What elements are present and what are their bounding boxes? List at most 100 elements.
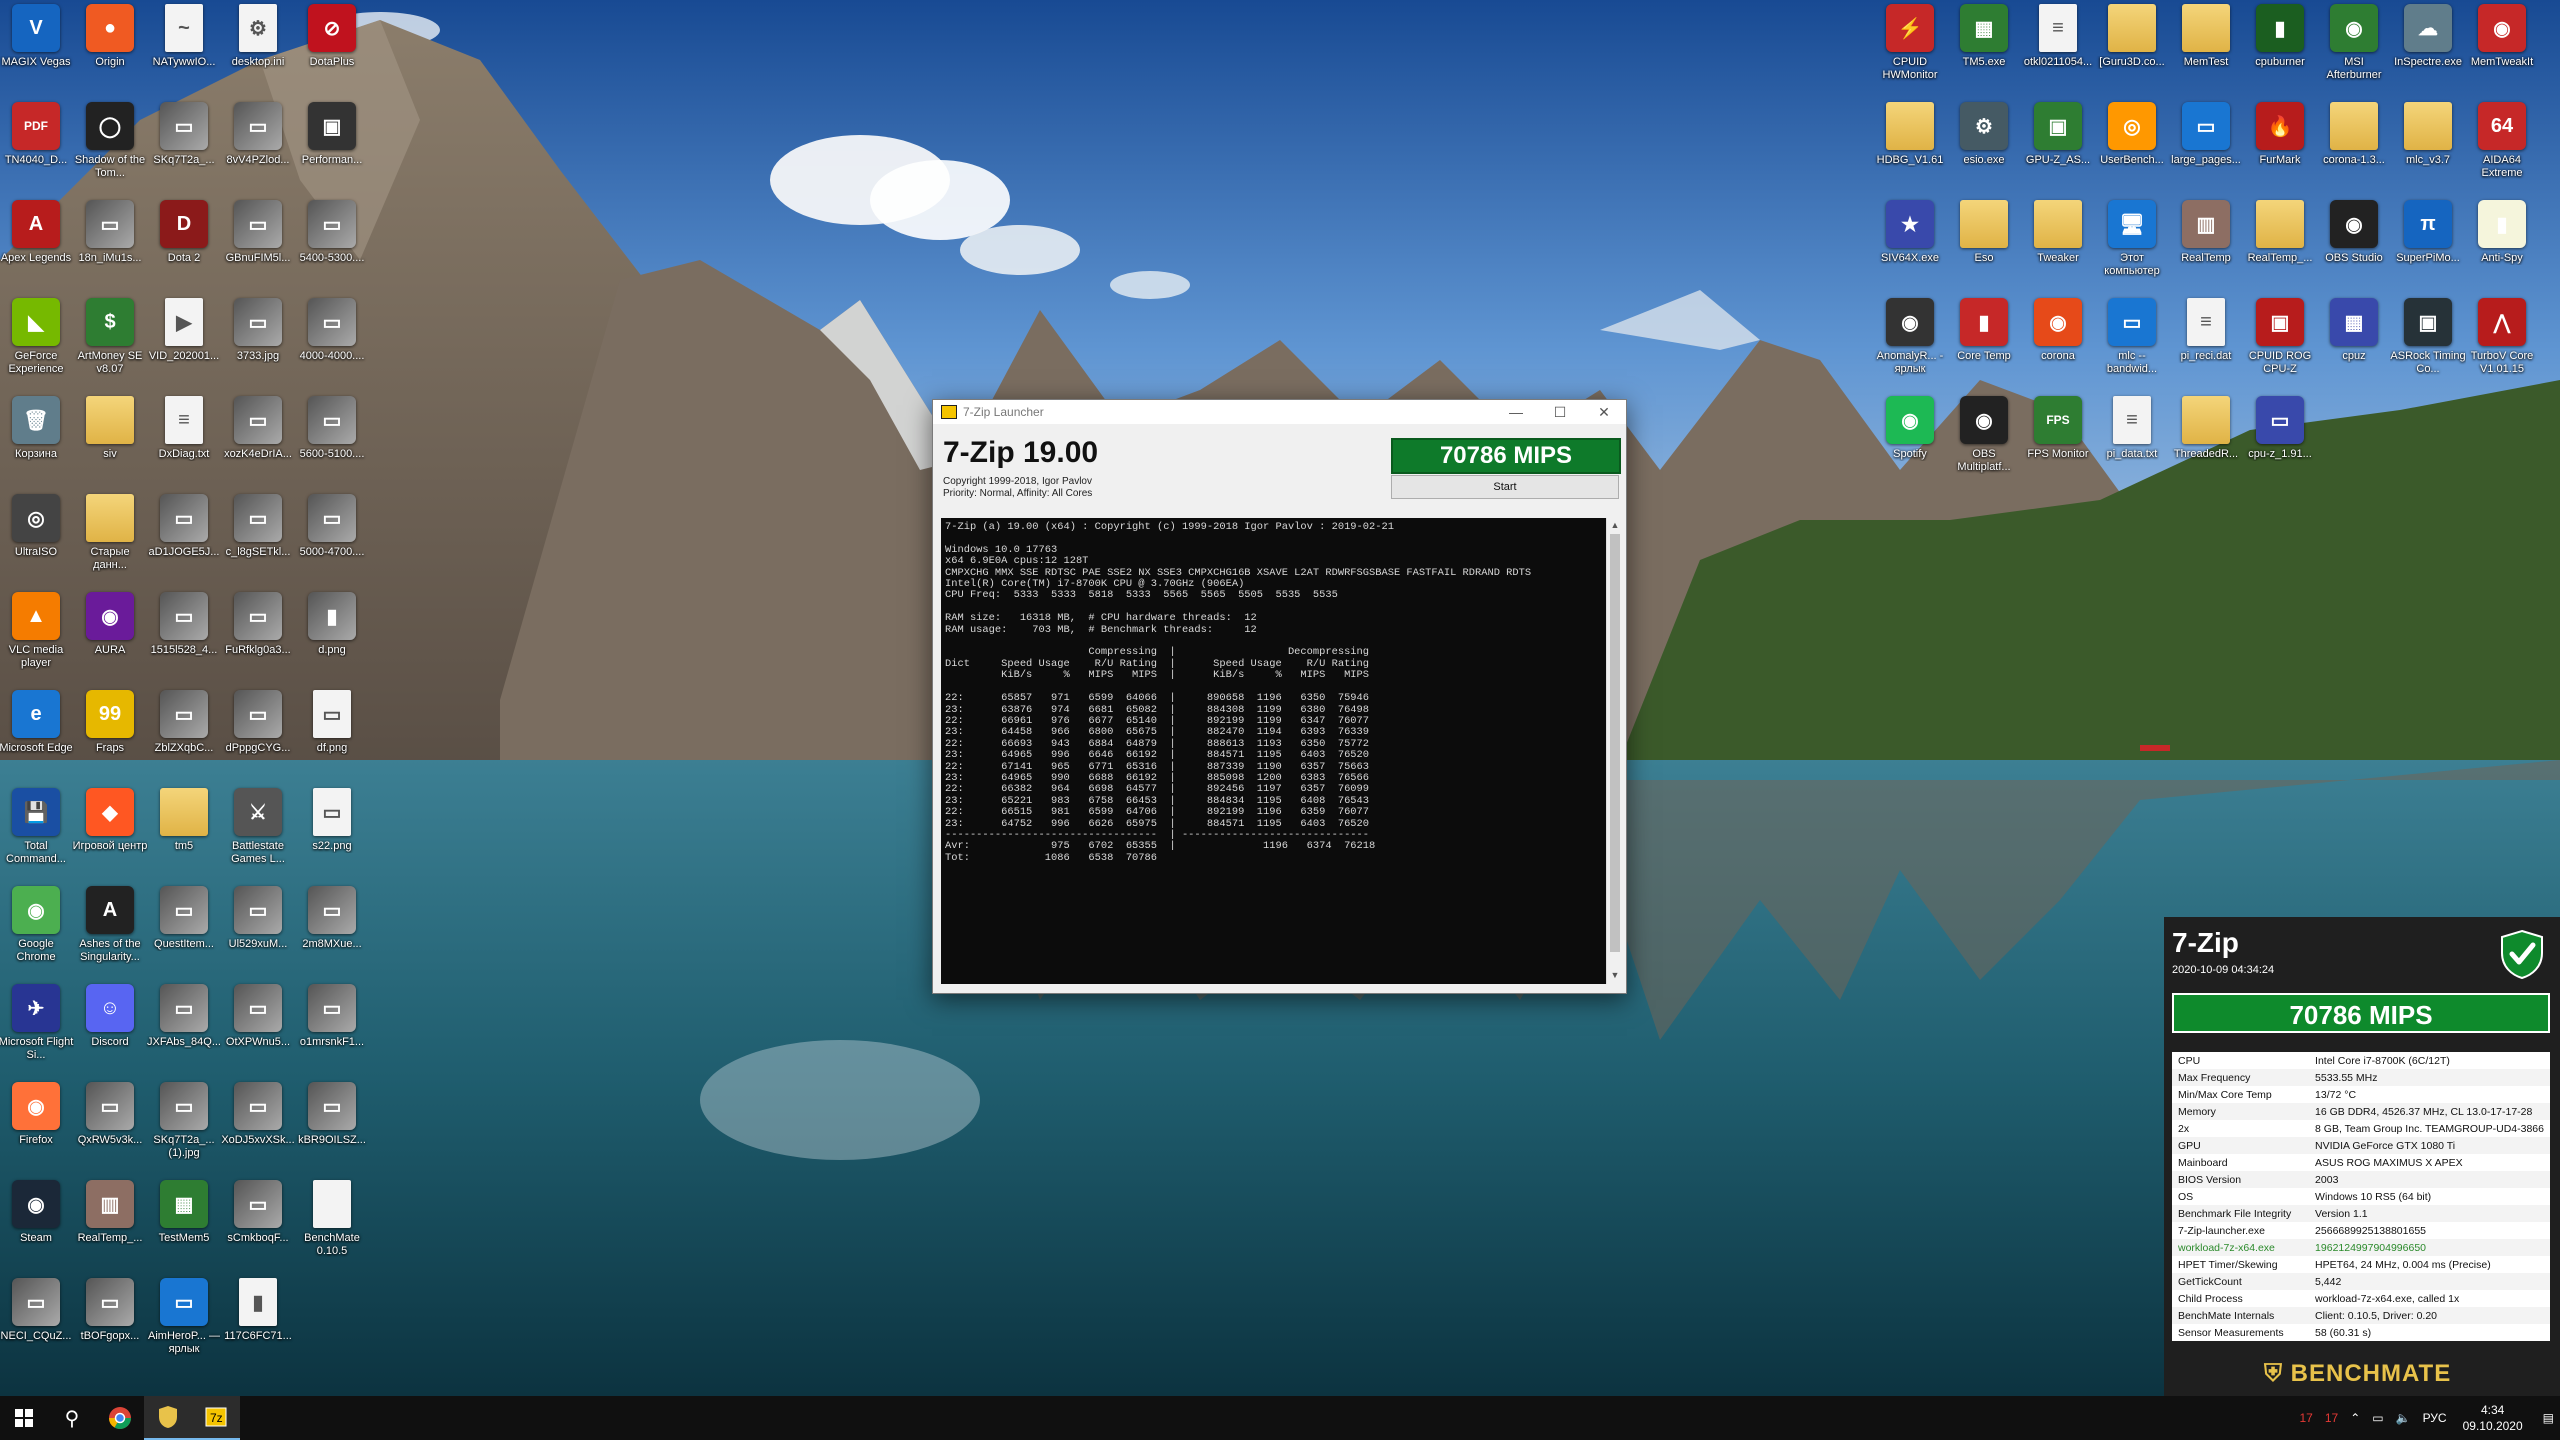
desktop-icon[interactable]: $ ArtMoney SE v8.07 (74, 298, 146, 396)
desktop-icon[interactable]: ◉ corona (2022, 298, 2094, 396)
desktop-icon[interactable]: PDF TN4040_D... (0, 102, 72, 200)
desktop-icon[interactable]: Старые данн... (74, 494, 146, 592)
desktop-icon[interactable]: ~ NATywwIO... (148, 4, 220, 102)
desktop-icon[interactable]: ▮ Core Temp (1948, 298, 2020, 396)
desktop-icon[interactable]: ▭ 4000-4000.... (296, 298, 368, 396)
desktop-icon[interactable]: ◉ MemTweakIt (2466, 4, 2538, 102)
desktop-icon[interactable]: 64 AIDA64 Extreme (2466, 102, 2538, 200)
desktop-icon[interactable]: ☺ Discord (74, 984, 146, 1082)
desktop-icon[interactable]: ▮ cpuburner (2244, 4, 2316, 102)
desktop-icon[interactable]: ◉ MSI Afterburner (2318, 4, 2390, 102)
desktop-icon[interactable]: ▮ d.png (296, 592, 368, 690)
desktop-icon[interactable]: ▭ SKq7T2a_... (1).jpg (148, 1082, 220, 1180)
desktop-icon[interactable]: MemTest (2170, 4, 2242, 102)
desktop-icon[interactable]: ▶ VID_202001... (148, 298, 220, 396)
desktop-icon[interactable]: ▭ FuRfklg0a3... (222, 592, 294, 690)
desktop-icon[interactable]: ▭ NECI_CQuZ... (0, 1278, 72, 1376)
desktop-icon[interactable]: ◉ AURA (74, 592, 146, 690)
desktop-icon[interactable]: ▭ OtXPWnu5... (222, 984, 294, 1082)
desktop-icon[interactable]: ⚙ esio.exe (1948, 102, 2020, 200)
desktop-icon[interactable]: ▭ sCmkboqF... (222, 1180, 294, 1278)
notification-icon[interactable]: ▤ (2543, 1411, 2554, 1425)
desktop-icon[interactable]: ≡ pi_data.txt (2096, 396, 2168, 494)
desktop-icon[interactable]: ▣ ASRock Timing Co... (2390, 298, 2466, 396)
desktop-icon[interactable]: ⚡ CPUID HWMonitor (1874, 4, 1946, 102)
desktop-icon[interactable]: ▭ AimHeroP... — ярлык (148, 1278, 220, 1376)
search-icon[interactable]: ⚲ (48, 1396, 96, 1440)
desktop-icon[interactable]: ▭ SKq7T2a_... (148, 102, 220, 200)
desktop-icon[interactable]: corona-1.3... (2318, 102, 2390, 200)
desktop-icon[interactable]: ▭ dPppgCYG... (222, 690, 294, 788)
desktop-icon[interactable]: ☁ InSpectre.exe (2392, 4, 2464, 102)
desktop-icon[interactable]: ▭ Ul529xuM... (222, 886, 294, 984)
desktop-icon[interactable]: ▭ 5600-5100.... (296, 396, 368, 494)
desktop-icon[interactable]: π SuperPiMo... (2392, 200, 2464, 298)
desktop-icon[interactable]: ● Origin (74, 4, 146, 102)
desktop-icon[interactable]: ◣ GeForce Experience (0, 298, 72, 396)
network-icon[interactable]: ▭ (2372, 1411, 2383, 1425)
desktop-icon[interactable]: e Microsoft Edge (0, 690, 73, 788)
taskbar-benchmate-icon[interactable] (144, 1396, 192, 1440)
desktop-icon[interactable]: ▦ TM5.exe (1948, 4, 2020, 102)
desktop-icon[interactable]: ◎ UserBench... (2096, 102, 2168, 200)
desktop-icon[interactable]: ▣ Performan... (296, 102, 368, 200)
desktop-icon[interactable]: ▭ ZblZXqbC... (148, 690, 220, 788)
scroll-down-icon[interactable]: ▼ (1607, 970, 1623, 980)
tray-temp-2[interactable]: 17 (2325, 1411, 2338, 1425)
desktop-icon[interactable]: ▭ mlc --bandwid... (2096, 298, 2168, 396)
desktop-icon[interactable]: ≡ pi_reci.dat (2170, 298, 2242, 396)
desktop-icon[interactable]: ▭ s22.png (296, 788, 368, 886)
desktop-icon[interactable]: 💾 Total Command... (0, 788, 72, 886)
desktop-icon[interactable]: ⚔ Battlestate Games L... (222, 788, 294, 886)
volume-icon[interactable]: 🔈 (2396, 1411, 2411, 1425)
desktop-icon[interactable]: ▦ TestMem5 (148, 1180, 220, 1278)
desktop-icon[interactable]: Tweaker (2022, 200, 2094, 298)
desktop-icon[interactable]: 🔥 FurMark (2244, 102, 2316, 200)
desktop-icon[interactable]: ▮ Anti-Spy (2466, 200, 2538, 298)
desktop-icon[interactable]: D Dota 2 (148, 200, 220, 298)
desktop-icon[interactable]: V MAGIX Vegas (0, 4, 72, 102)
desktop-icon[interactable]: ▮ 117C6FC71... (222, 1278, 294, 1376)
taskbar-7zip-icon[interactable]: 7z (192, 1396, 240, 1440)
desktop-icon[interactable]: ▭ 5400-5300.... (296, 200, 368, 298)
desktop-icon[interactable]: ▭ 3733.jpg (222, 298, 294, 396)
desktop-icon[interactable]: ◉ Google Chrome (0, 886, 72, 984)
tray-expand-icon[interactable]: ⌃ (2350, 1411, 2360, 1425)
desktop-icon[interactable]: ▭ large_pages... (2170, 102, 2242, 200)
desktop-icon[interactable]: [Guru3D.co... (2096, 4, 2168, 102)
desktop-icon[interactable]: ▭ 8vV4PZlod... (222, 102, 294, 200)
console-scrollbar[interactable]: ▲ ▼ (1606, 518, 1623, 984)
desktop-icon[interactable]: ◉ Spotify (1874, 396, 1946, 494)
desktop-icon[interactable]: ⋀ TurboV Core V1.01.15 (2466, 298, 2538, 396)
desktop-icon[interactable]: ◉ OBS Studio (2318, 200, 2390, 298)
desktop-icon[interactable]: ≡ otkl0211054... (2022, 4, 2094, 102)
desktop-icon[interactable]: ▥ RealTemp_... (74, 1180, 146, 1278)
desktop-icon[interactable]: ▭ 5000-4700.... (296, 494, 368, 592)
desktop-icon[interactable]: ◉ Steam (0, 1180, 72, 1278)
7zip-launcher-window[interactable]: 7-Zip Launcher — ☐ ✕ 7-Zip 19.00 Copyrig… (932, 399, 1627, 994)
desktop-icon[interactable]: ThreadedR... (2170, 396, 2242, 494)
taskbar-chrome-icon[interactable] (96, 1396, 144, 1440)
window-titlebar[interactable]: 7-Zip Launcher — ☐ ✕ (933, 400, 1626, 424)
desktop-icon[interactable]: HDBG_V1.61 (1874, 102, 1946, 200)
desktop-icon[interactable]: ◉ AnomalyR... - ярлык (1874, 298, 1946, 396)
scrollbar-thumb[interactable] (1610, 534, 1620, 952)
console-output[interactable]: 7-Zip (a) 19.00 (x64) : Copyright (c) 19… (941, 518, 1606, 984)
desktop-icon[interactable]: ▭ QuestItem... (148, 886, 220, 984)
minimize-button[interactable]: — (1494, 404, 1538, 421)
desktop-icon[interactable]: ▭ o1mrsnkF1... (296, 984, 368, 1082)
desktop-icon[interactable]: RealTemp_... (2244, 200, 2316, 298)
tray-temp-1[interactable]: 17 (2299, 1411, 2312, 1425)
desktop-icon[interactable]: BenchMate 0.10.5 (296, 1180, 368, 1278)
desktop-icon[interactable]: ✈ Microsoft Flight Si... (0, 984, 73, 1082)
desktop-icon[interactable]: ▭ c_l8gSETkl... (222, 494, 294, 592)
desktop-icon[interactable]: A Ashes of the Singularity... (74, 886, 146, 984)
desktop-icon[interactable]: ▭ df.png (296, 690, 368, 788)
desktop-icon[interactable]: ▭ 1515l528_4... (148, 592, 220, 690)
desktop-icon[interactable]: ▭ tBOFgopx... (74, 1278, 146, 1376)
desktop-icon[interactable]: ⊘ DotaPlus (296, 4, 368, 102)
desktop-icon[interactable]: tm5 (148, 788, 220, 886)
desktop-icon[interactable]: ▲ VLC media player (0, 592, 72, 690)
scroll-up-icon[interactable]: ▲ (1607, 520, 1623, 530)
desktop-icon[interactable]: FPS FPS Monitor (2022, 396, 2094, 494)
